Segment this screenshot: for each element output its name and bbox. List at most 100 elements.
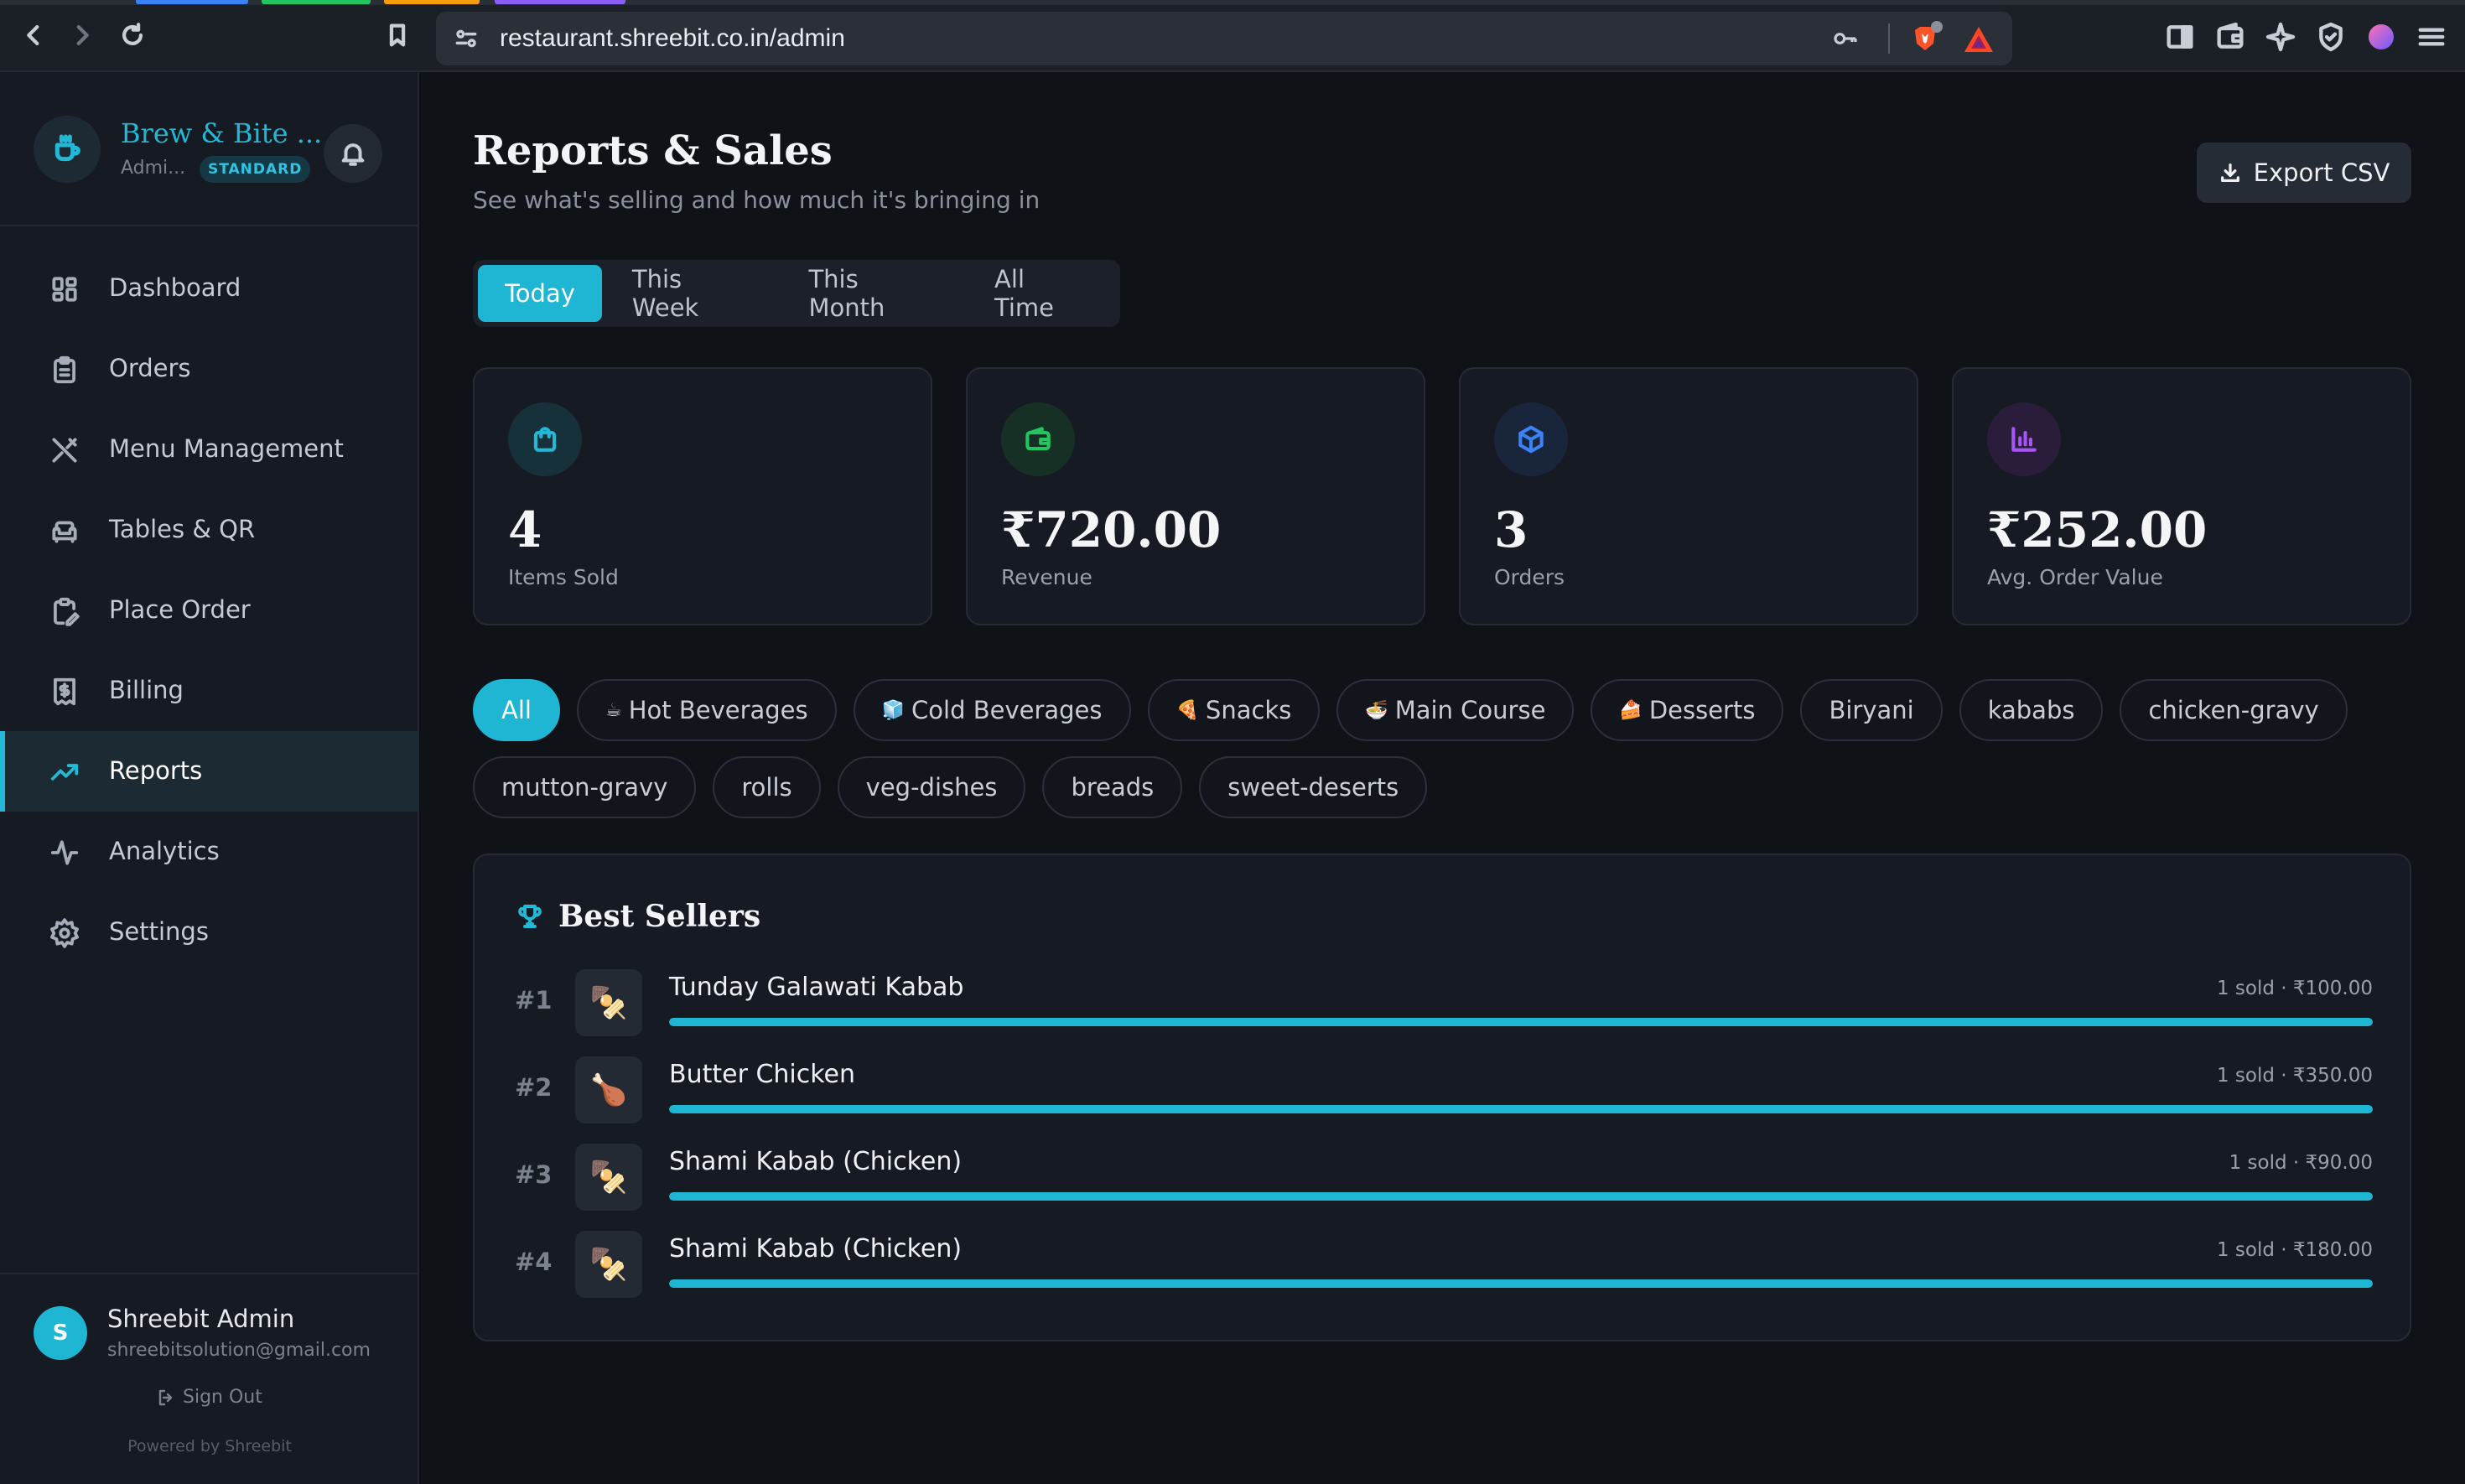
main-content: Reports & Sales See what's selling and h… [421, 72, 2465, 1484]
category-chip-sweet-deserts[interactable]: sweet-deserts [1199, 756, 1428, 818]
stat-label: Revenue [1001, 565, 1092, 589]
profile-icon[interactable] [2364, 20, 2398, 54]
chicken-leg-emoji-icon: 🍗 [575, 1056, 642, 1123]
sidebar-item-menu-management[interactable]: Menu Management [0, 409, 419, 490]
gear-icon [49, 917, 80, 949]
list-item[interactable]: #2 🍗 Butter Chicken 1 sold · ₹350.00 [515, 1056, 2373, 1123]
sidebar-item-dashboard[interactable]: Dashboard [0, 248, 419, 329]
notifications-button[interactable] [324, 124, 382, 183]
tab-all-time[interactable]: All Time [968, 265, 1115, 322]
stat-card-avg-order-value: ₹252.00 Avg. Order Value [1952, 367, 2411, 625]
export-csv-button[interactable]: Export CSV [2197, 143, 2411, 203]
list-item[interactable]: #1 🍢 Tunday Galawati Kabab 1 sold · ₹100… [515, 969, 2373, 1036]
progress-bar [669, 1279, 2373, 1288]
log-out-icon [158, 1389, 173, 1405]
sidebar-item-reports[interactable]: Reports [0, 731, 419, 812]
sidebar-item-orders[interactable]: Orders [0, 329, 419, 409]
wallet-icon[interactable] [2213, 20, 2247, 54]
category-chip-rolls[interactable]: rolls [713, 756, 821, 818]
tab-today[interactable]: Today [478, 265, 602, 322]
kebab-emoji-icon: 🍢 [575, 1144, 642, 1211]
chip-label: Biryani [1829, 696, 1914, 724]
key-icon[interactable] [1831, 25, 1860, 52]
category-chip-all[interactable]: All [473, 679, 560, 741]
avatar[interactable]: S [34, 1306, 87, 1360]
category-chip-chicken-gravy[interactable]: chicken-gravy [2120, 679, 2348, 741]
kebab-emoji-icon: 🍢 [575, 969, 642, 1036]
category-chip-biryani[interactable]: Biryani [1800, 679, 1943, 741]
leo-ai-icon[interactable] [2264, 20, 2297, 54]
product-name: Tunday Galawati Kabab [669, 973, 964, 1002]
forward-button[interactable] [65, 17, 99, 54]
reload-button[interactable] [116, 17, 149, 54]
url-text[interactable]: restaurant.shreebit.co.in/admin [500, 24, 845, 53]
stat-value: 4 [508, 501, 542, 558]
trophy-icon [518, 905, 542, 928]
sidebar-item-place-order[interactable]: Place Order [0, 570, 419, 651]
sidebar-item-label: Dashboard [109, 273, 241, 302]
user-name: Shreebit Admin [107, 1305, 295, 1333]
activity-icon [49, 837, 80, 869]
sidebar-item-settings[interactable]: Settings [0, 892, 419, 973]
pizza-emoji-icon: 🍕 [1175, 699, 1199, 721]
user-email: shreebitsolution@gmail.com [107, 1340, 371, 1361]
stat-value: ₹252.00 [1987, 501, 2208, 558]
category-chip-snacks[interactable]: 🍕 Snacks [1147, 679, 1321, 741]
chevron-right-icon [76, 24, 89, 46]
bookmark-button[interactable] [381, 17, 414, 54]
sidebar-item-tables-qr[interactable]: Tables & QR [0, 490, 419, 570]
sign-out-button[interactable]: Sign Out [156, 1387, 262, 1408]
stat-card-revenue: ₹720.00 Revenue [966, 367, 1425, 625]
progress-fill [669, 1192, 2373, 1201]
tab-indicator[interactable] [136, 0, 248, 4]
product-name: Shami Kabab (Chicken) [669, 1234, 963, 1263]
brave-rewards-icon[interactable] [1962, 23, 1995, 55]
stat-value: ₹720.00 [1001, 501, 1222, 558]
chip-label: rolls [741, 773, 792, 802]
category-chip-veg-dishes[interactable]: veg-dishes [837, 756, 1026, 818]
product-name: Shami Kabab (Chicken) [669, 1147, 963, 1176]
list-item[interactable]: #4 🍢 Shami Kabab (Chicken) 1 sold · ₹180… [515, 1231, 2373, 1298]
sidebar-item-billing[interactable]: Billing [0, 651, 419, 731]
address-bar[interactable]: restaurant.shreebit.co.in/admin [436, 12, 2012, 65]
page-title: Reports & Sales [473, 127, 833, 174]
tab-indicator[interactable] [495, 0, 625, 4]
rank-label: #1 [515, 986, 553, 1014]
category-chip-hot-beverages[interactable]: ☕ Hot Beverages [576, 679, 837, 741]
browser-toolbar: restaurant.shreebit.co.in/admin [0, 0, 2465, 72]
stat-card-items-sold: 4 Items Sold [473, 367, 932, 625]
category-chip-kababs[interactable]: kababs [1959, 679, 2104, 741]
sidebar-item-label: Tables & QR [109, 515, 256, 543]
package-icon [1494, 402, 1568, 476]
sidebar-toggle-icon[interactable] [2163, 20, 2197, 54]
bookmark-icon [389, 23, 406, 47]
tab-indicator[interactable] [262, 0, 371, 4]
tab-this-month[interactable]: This Month [781, 265, 964, 322]
powered-by: Powered by Shreebit [127, 1437, 292, 1455]
sidebar-item-label: Billing [109, 676, 184, 704]
category-chip-desserts[interactable]: 🍰 Desserts [1591, 679, 1784, 741]
site-settings-icon[interactable] [453, 25, 480, 52]
back-button[interactable] [17, 17, 50, 54]
tab-indicator[interactable] [384, 0, 480, 4]
category-chip-main-course[interactable]: 🍜 Main Course [1336, 679, 1575, 741]
brave-shields-icon[interactable] [1907, 20, 1943, 57]
chip-label: Cold Beverages [911, 696, 1103, 724]
cake-emoji-icon: 🍰 [1619, 699, 1642, 721]
chip-label: chicken-gravy [2148, 696, 2319, 724]
progress-bar [669, 1105, 2373, 1113]
vpn-shield-icon[interactable] [2314, 20, 2348, 54]
bar-chart-icon [1987, 402, 2061, 476]
clipboard-pen-icon [49, 595, 80, 627]
category-chip-breads[interactable]: breads [1042, 756, 1183, 818]
category-chip-cold-beverages[interactable]: 🧊 Cold Beverages [853, 679, 1131, 741]
tab-this-week[interactable]: This Week [605, 265, 779, 322]
sidebar-item-analytics[interactable]: Analytics [0, 812, 419, 892]
category-filters: All ☕ Hot Beverages 🧊 Cold Beverages 🍕 Snac… [473, 679, 2418, 833]
list-item[interactable]: #3 🍢 Shami Kabab (Chicken) 1 sold · ₹90.… [515, 1144, 2373, 1211]
wallet-icon [1001, 402, 1075, 476]
progress-fill [669, 1105, 2373, 1113]
menu-icon[interactable] [2415, 20, 2448, 54]
category-chip-mutton-gravy[interactable]: mutton-gravy [473, 756, 697, 818]
stat-value: 3 [1494, 501, 1528, 558]
